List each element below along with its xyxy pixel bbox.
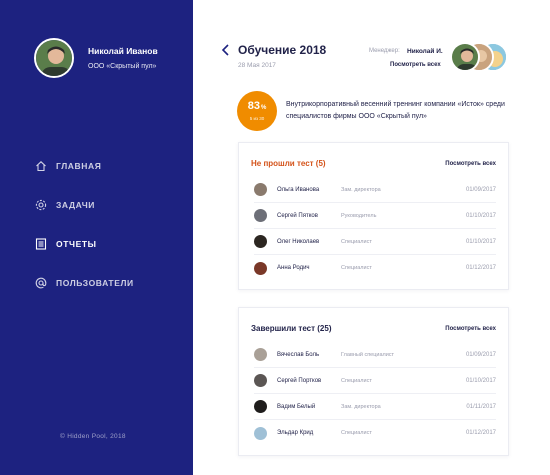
passed-title: Завершили тест (25) xyxy=(251,324,332,333)
test-date: 01/10/2017 xyxy=(465,238,496,245)
avatar[interactable] xyxy=(34,38,74,78)
manager-avatars[interactable] xyxy=(450,42,514,74)
user-profile[interactable]: Николай Иванов ООО «Скрытый пул» xyxy=(34,38,158,78)
user-name: Николай Иванов xyxy=(88,46,158,56)
failed-card: Не прошли тест (5) Посмотреть всех Ольга… xyxy=(238,142,509,290)
page-date: 28 Мая 2017 xyxy=(238,62,276,69)
table-row[interactable]: Вадим Белый Зам. директора 01/11/2017 xyxy=(254,394,496,420)
progress-count: 5 из 30 xyxy=(249,116,265,121)
test-date: 01/10/2017 xyxy=(465,212,496,219)
table-row[interactable]: Ольга Иванова Зам. директора 01/09/2017 xyxy=(254,177,496,203)
user-role: Главный специалист xyxy=(341,351,395,358)
progress-unit: % xyxy=(260,105,267,111)
see-all-failed-link[interactable]: Посмотреть всех xyxy=(445,161,496,167)
gear-icon xyxy=(34,199,47,212)
see-all-passed-link[interactable]: Посмотреть всех xyxy=(445,326,496,332)
nav-label: ГЛАВНАЯ xyxy=(56,161,102,171)
avatar xyxy=(254,209,267,222)
nav-item-home[interactable]: ГЛАВНАЯ xyxy=(34,158,134,174)
user-role: Зам. директора xyxy=(341,403,381,410)
user-role: Специалист xyxy=(341,238,372,245)
table-row[interactable]: Сергей Портков Специалист 01/10/2017 xyxy=(254,368,496,394)
training-description: Внутрикорпоративный весенний треннинг ко… xyxy=(286,101,505,120)
table-row[interactable]: Анна Родич Специалист 01/12/2017 xyxy=(254,255,496,281)
manager-label: Менеджер: xyxy=(369,48,400,54)
table-row[interactable]: Эльдар Крид Специалист 01/12/2017 xyxy=(254,420,496,446)
copyright: © Hidden Pool, 2018 xyxy=(60,433,126,440)
avatar xyxy=(254,183,267,196)
user-role: Специалист xyxy=(341,265,372,271)
table-row[interactable]: Вячеслав Боль Главный специалист 01/09/2… xyxy=(254,342,496,368)
table-row[interactable]: Сергей Пятков Руководитель 01/10/2017 xyxy=(254,203,496,229)
document-icon xyxy=(34,238,47,251)
avatar xyxy=(254,348,267,361)
page-title: Обучение 2018 xyxy=(238,43,327,57)
passed-list: Вячеслав Боль Главный специалист 01/09/2… xyxy=(254,342,496,446)
avatar xyxy=(254,235,267,248)
avatar xyxy=(254,261,267,275)
user-role: Специалист xyxy=(341,430,372,436)
user-role: Зам. директора xyxy=(341,186,381,193)
avatar xyxy=(254,426,267,440)
sidebar: Николай Иванов ООО «Скрытый пул» ГЛАВНАЯ… xyxy=(0,0,193,475)
progress-badge: 83% 5 из 30 xyxy=(237,91,277,131)
table-row[interactable]: Олег Николаев Специалист 01/10/2017 xyxy=(254,229,496,255)
test-date: 01/12/2017 xyxy=(465,430,496,436)
test-date: 01/10/2017 xyxy=(465,377,496,384)
test-date: 01/12/2017 xyxy=(465,265,496,271)
user-name: Эльдар Крид xyxy=(277,430,314,436)
home-icon xyxy=(34,160,47,173)
failed-list: Ольга Иванова Зам. директора 01/09/2017 … xyxy=(254,177,496,281)
avatar[interactable] xyxy=(450,42,480,72)
user-name: Вячеслав Боль xyxy=(277,351,320,358)
user-name: Сергей Пятков xyxy=(277,212,318,219)
user-role: Специалист xyxy=(341,377,372,384)
at-icon xyxy=(34,277,47,290)
main-nav: ГЛАВНАЯ ЗАДАЧИ ОТЧЕТЫ ПОЛЬЗОВАТЕЛИ xyxy=(34,158,134,314)
nav-item-reports[interactable]: ОТЧЕТЫ xyxy=(34,236,134,252)
see-all-managers-link[interactable]: Посмотреть всех xyxy=(390,62,441,68)
nav-item-users[interactable]: ПОЛЬЗОВАТЕЛИ xyxy=(34,275,134,291)
nav-item-tasks[interactable]: ЗАДАЧИ xyxy=(34,197,134,213)
nav-label: ОТЧЕТЫ xyxy=(56,239,97,249)
test-date: 01/09/2017 xyxy=(465,186,496,193)
manager-name: Николай И. xyxy=(407,48,443,55)
nav-label: ПОЛЬЗОВАТЕЛИ xyxy=(56,278,134,288)
user-company: ООО «Скрытый пул» xyxy=(88,63,157,70)
back-button[interactable] xyxy=(221,43,231,56)
chevron-left-icon xyxy=(221,44,229,56)
progress-percent: 83 xyxy=(247,100,260,112)
test-date: 01/09/2017 xyxy=(465,351,496,358)
user-name: Вадим Белый xyxy=(277,403,316,410)
user-name: Олег Николаев xyxy=(277,238,320,245)
passed-card: Завершили тест (25) Посмотреть всех Вяче… xyxy=(238,307,509,456)
user-name: Ольга Иванова xyxy=(277,186,320,193)
user-name: Анна Родич xyxy=(277,265,310,271)
nav-label: ЗАДАЧИ xyxy=(56,200,96,210)
failed-title: Не прошли тест (5) xyxy=(251,159,326,168)
test-date: 01/11/2017 xyxy=(466,403,496,410)
user-role: Руководитель xyxy=(341,212,377,219)
avatar xyxy=(254,400,267,413)
avatar xyxy=(254,374,267,387)
user-name: Сергей Портков xyxy=(277,377,322,384)
